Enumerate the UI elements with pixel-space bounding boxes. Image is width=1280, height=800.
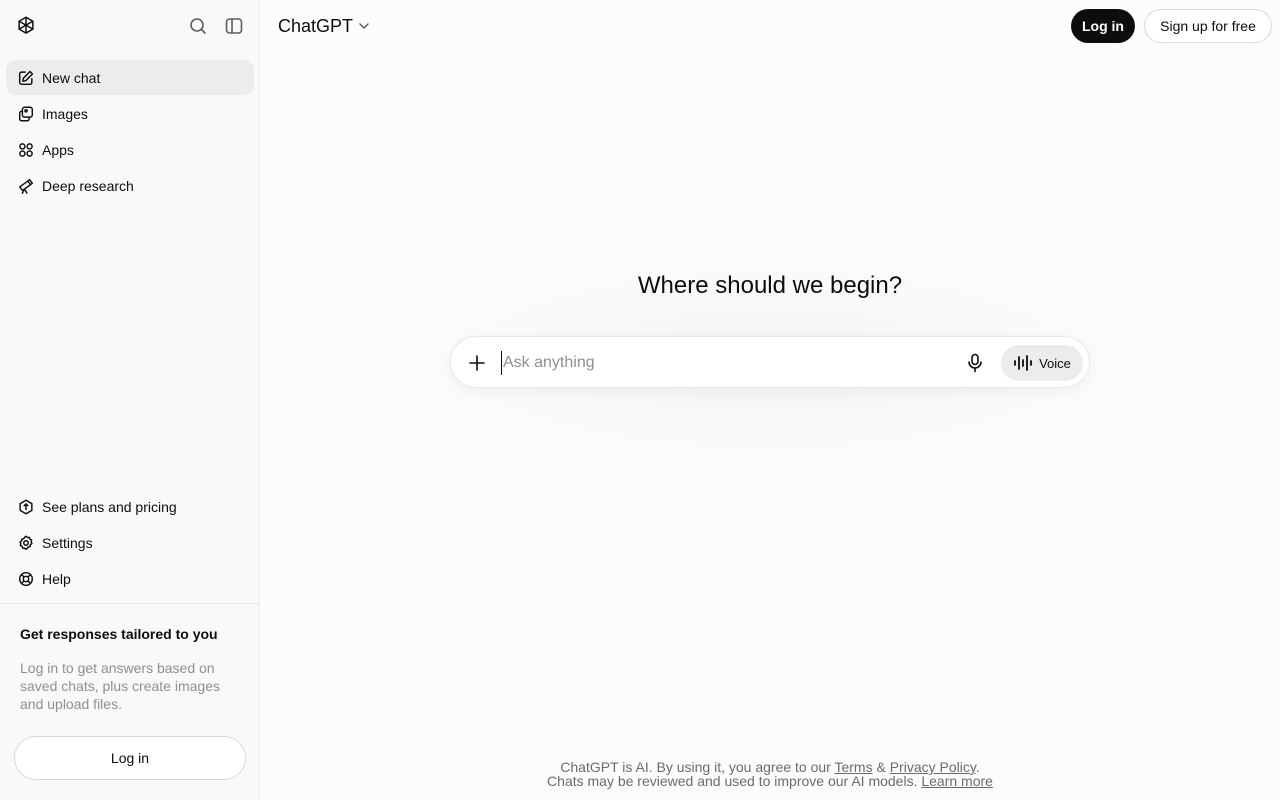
voice-label: Voice (1039, 355, 1071, 371)
sidebar-item-help[interactable]: Help (6, 561, 254, 596)
sidebar-item-new-chat[interactable]: New chat (6, 60, 254, 95)
microphone-icon (968, 353, 982, 373)
app-root: New chat Images Apps Deep research See p… (0, 0, 1280, 800)
page-title: Where should we begin? (637, 272, 903, 299)
model-switcher[interactable]: ChatGPT (278, 14, 371, 38)
sidebar-item-label: Deep research (42, 177, 134, 194)
apps-grid-icon (16, 140, 36, 160)
images-icon (16, 104, 36, 124)
main-area: ChatGPT Log in Sign up for free Where sh… (260, 0, 1280, 800)
footer-text: Chats may be reviewed and used to improv… (547, 773, 922, 789)
footer-line-1: ChatGPT is AI. By using it, you agree to… (260, 760, 1280, 774)
model-name: ChatGPT (278, 15, 354, 36)
sidebar-item-plans[interactable]: See plans and pricing (6, 489, 254, 524)
sidebar-item-images[interactable]: Images (6, 96, 254, 131)
composer: Voice (450, 336, 1090, 388)
search-icon[interactable] (188, 16, 208, 36)
sidebar-item-label: Images (42, 105, 88, 122)
attach-plus-button[interactable] (465, 351, 489, 375)
promo-text: Log in to get answers based on saved cha… (20, 660, 220, 712)
sidebar-item-label: Help (42, 570, 71, 587)
edit-icon (16, 68, 36, 88)
help-lifebuoy-icon (16, 569, 36, 589)
chevron-down-icon (359, 23, 369, 29)
sidebar-item-label: New chat (42, 69, 101, 86)
telescope-icon (16, 176, 36, 196)
login-button[interactable]: Log in (1071, 9, 1135, 43)
sidebar-toggle-icon[interactable] (224, 16, 244, 36)
sidebar-item-deep-research[interactable]: Deep research (6, 168, 254, 203)
sidebar-divider (0, 603, 259, 604)
sidebar-login-button[interactable]: Log in (14, 736, 246, 780)
sidebar-item-settings[interactable]: Settings (6, 525, 254, 560)
prompt-input[interactable] (501, 351, 941, 375)
dictate-button[interactable] (963, 351, 987, 375)
learn-more-link[interactable]: Learn more (921, 773, 993, 789)
openai-logo-icon[interactable] (15, 15, 37, 37)
sidebar-header (0, 0, 259, 52)
plus-icon (469, 355, 485, 371)
footer-disclaimer: ChatGPT is AI. By using it, you agree to… (260, 760, 1280, 788)
voice-mode-button[interactable]: Voice (1001, 345, 1083, 381)
sidebar-item-label: Settings (42, 534, 93, 551)
plans-icon (16, 497, 36, 517)
gear-icon (16, 533, 36, 553)
footer-line-2: Chats may be reviewed and used to improv… (260, 774, 1280, 788)
sidebar-item-apps[interactable]: Apps (6, 132, 254, 167)
sidebar: New chat Images Apps Deep research See p… (0, 0, 260, 800)
sidebar-item-label: See plans and pricing (42, 498, 177, 515)
sidebar-item-label: Apps (42, 141, 74, 158)
promo-title: Get responses tailored to you (20, 626, 218, 642)
voice-waveform-icon (1014, 355, 1032, 371)
signup-button[interactable]: Sign up for free (1144, 9, 1272, 43)
